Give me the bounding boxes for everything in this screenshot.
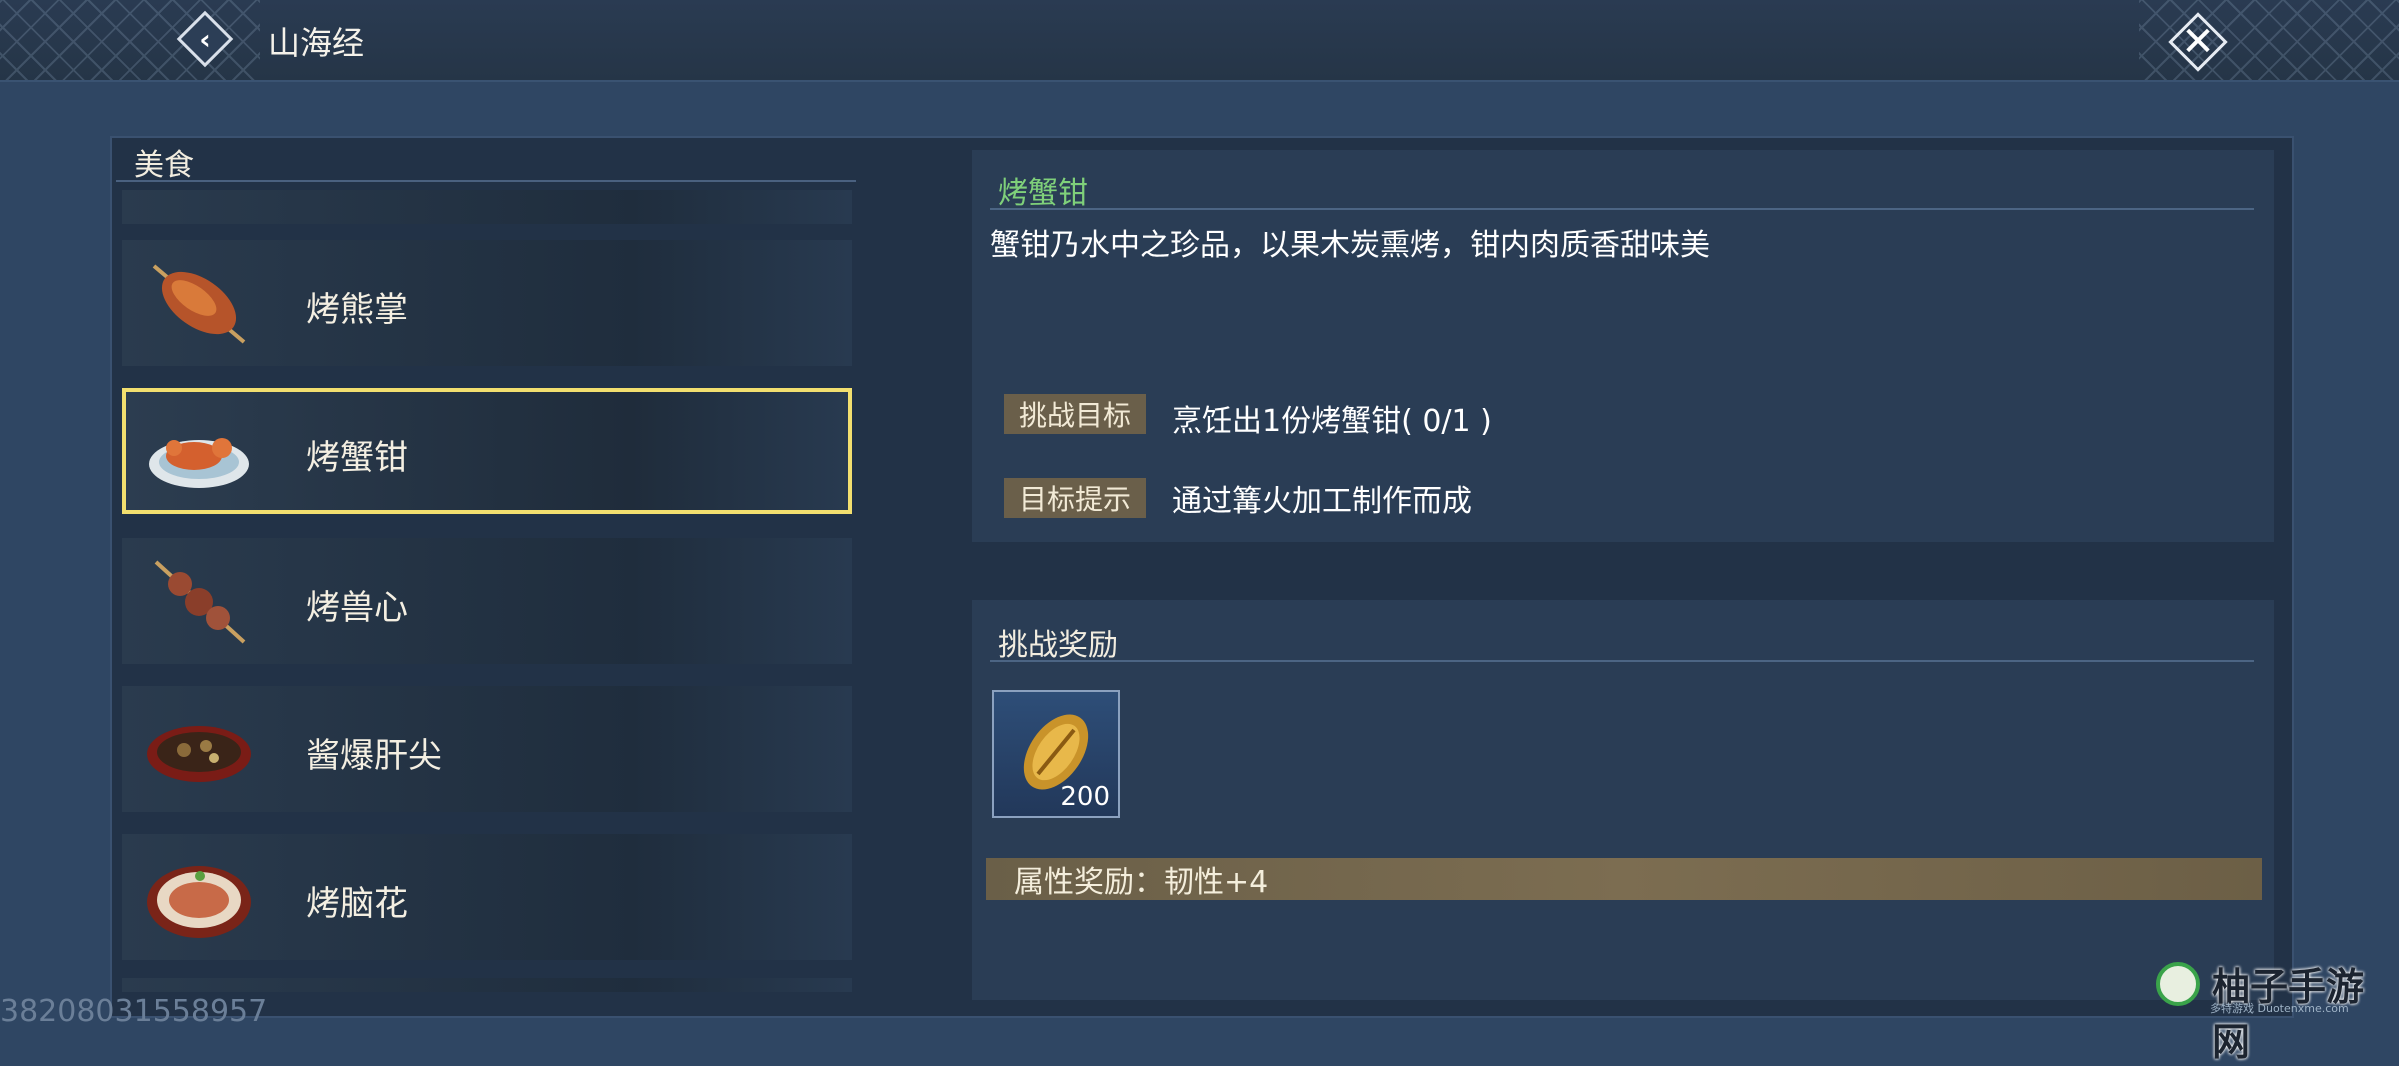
list-item-partial[interactable] [122, 978, 852, 992]
list-item-label: 烤熊掌 [306, 290, 408, 330]
goal-hint-tag: 目标提示 [1004, 478, 1146, 518]
list-item-label: 烤兽心 [306, 588, 408, 628]
heart-skewer-icon [144, 556, 254, 646]
list-item-label: 烤蟹钳 [306, 438, 408, 478]
divider [990, 660, 2254, 662]
list-item[interactable]: 烤熊掌 [122, 240, 852, 366]
detail-description: 蟹钳乃水中之珍品，以果木炭熏烤，钳内肉质香甜味美 [990, 228, 1710, 263]
divider [990, 208, 2254, 210]
challenge-goal-tag: 挑战目标 [1004, 394, 1146, 434]
close-button[interactable]: ✕ [2166, 10, 2230, 74]
brain-bowl-icon [144, 852, 254, 942]
list-item[interactable]: 烤脑花 [122, 834, 852, 960]
list-item-selected[interactable]: 烤蟹钳 [122, 388, 852, 514]
list-item-label: 酱爆肝尖 [306, 736, 442, 776]
close-x-icon: ✕ [2181, 19, 2215, 65]
divider [116, 180, 856, 182]
watermark: 柚子手游网 多特游戏 Duotenxme.com [2150, 956, 2390, 1064]
watermark-logo-icon [2156, 962, 2200, 1006]
back-button[interactable]: ‹ [176, 10, 234, 68]
goal-hint-text: 通过篝火加工制作而成 [1172, 484, 1472, 519]
list-item-partial[interactable] [122, 190, 852, 224]
attribute-reward-bar: 属性奖励：韧性+4 [986, 858, 2262, 900]
liver-dish-icon [144, 704, 254, 794]
list-item-label: 烤脑花 [306, 884, 408, 924]
crab-claw-plate-icon [144, 406, 254, 496]
section-label: 美食 [134, 148, 194, 183]
list-item[interactable]: 烤兽心 [122, 538, 852, 664]
detail-title: 烤蟹钳 [998, 176, 1088, 211]
page-title: 山海经 [268, 24, 365, 62]
reward-title: 挑战奖励 [998, 628, 1118, 663]
attribute-reward-text: 属性奖励：韧性+4 [1014, 865, 1269, 900]
bear-paw-skewer-icon [144, 258, 254, 348]
watermark-subtext: 多特游戏 Duotenxme.com [2210, 1002, 2349, 1015]
back-chevron-icon: ‹ [199, 22, 211, 56]
reward-item-count: 200 [1060, 782, 1110, 812]
player-id-text: 38208031558957 [0, 994, 268, 1029]
reward-item-slot[interactable]: 200 [992, 690, 1120, 818]
challenge-goal-text: 烹饪出1份烤蟹钳( 0/1 ) [1172, 404, 1492, 439]
list-item[interactable]: 酱爆肝尖 [122, 686, 852, 812]
